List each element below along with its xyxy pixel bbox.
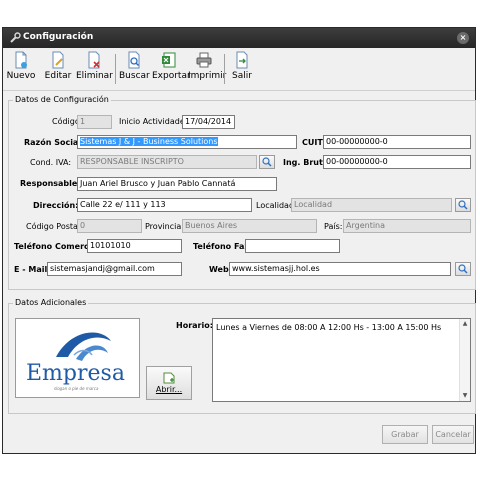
codigo-postal-label: Código Postal: bbox=[26, 222, 83, 231]
delete-document-icon bbox=[88, 51, 100, 69]
toolbar: Nuevo Editar Eliminar Buscar Exportar Im… bbox=[3, 48, 475, 91]
inicio-actividades-label: Inicio Actividades: bbox=[119, 117, 192, 126]
email-label: E - Mail: bbox=[14, 265, 51, 274]
codigo-postal-field[interactable]: 0 bbox=[77, 219, 142, 233]
new-document-icon bbox=[15, 51, 27, 69]
inicio-actividades-field[interactable]: 17/04/2014 bbox=[182, 115, 235, 129]
printer-icon bbox=[196, 52, 212, 68]
localidad-field[interactable]: Localidad bbox=[291, 198, 452, 212]
config-group-title: Datos de Configuración bbox=[13, 95, 111, 104]
horario-text: Lunes a Viernes de 08:00 A 12:00 Hs - 13… bbox=[216, 323, 442, 332]
cond-iva-label: Cond. IVA: bbox=[30, 158, 72, 167]
search-document-icon bbox=[128, 51, 140, 69]
horario-label: Horario: bbox=[176, 321, 213, 330]
razon-social-field[interactable]: Sistemas J & J - Business Solutions bbox=[77, 135, 297, 149]
search-icon bbox=[458, 264, 468, 274]
localidad-search-button[interactable] bbox=[455, 198, 471, 212]
buscar-label: Buscar bbox=[119, 71, 150, 81]
nuevo-label: Nuevo bbox=[6, 71, 36, 81]
cond-iva-field[interactable]: RESPONSABLE INSCRIPTO bbox=[77, 155, 257, 169]
exportar-button[interactable]: Exportar bbox=[152, 51, 191, 87]
ing-brutos-field[interactable]: 00-00000000-0 bbox=[323, 155, 471, 169]
imprimir-label: Imprimir bbox=[188, 71, 227, 81]
eliminar-label: Eliminar bbox=[76, 71, 113, 81]
razon-social-selected-text: Sistemas J & J - Business Solutions bbox=[80, 137, 218, 146]
logo-company-name: Empresa bbox=[26, 361, 125, 386]
edit-document-icon bbox=[52, 51, 64, 69]
direccion-label: Dirección: bbox=[33, 201, 79, 210]
editar-button[interactable]: Editar bbox=[43, 51, 73, 87]
cond-iva-search-button[interactable] bbox=[259, 155, 275, 169]
horario-scrollbar[interactable]: ▲ ▼ bbox=[459, 319, 470, 401]
company-logo: Empresa slogan o pie de marca bbox=[15, 318, 140, 398]
responsables-label: Responsables: bbox=[20, 179, 86, 188]
cuit-field[interactable]: 00-00000000-0 bbox=[323, 135, 471, 149]
provincia-field[interactable]: Buenos Aires bbox=[182, 219, 317, 233]
editar-label: Editar bbox=[44, 71, 72, 81]
scroll-up-arrow-icon[interactable]: ▲ bbox=[461, 320, 469, 328]
grabar-button[interactable]: Grabar bbox=[382, 425, 428, 444]
salir-label: Salir bbox=[232, 71, 252, 81]
excel-export-icon bbox=[162, 52, 176, 68]
email-field[interactable]: sistemasjandj@gmail.com bbox=[47, 262, 182, 276]
telefono-fax-field[interactable] bbox=[245, 239, 340, 253]
title-bar[interactable]: Configuración × bbox=[3, 28, 475, 48]
provincia-label: Provincia: bbox=[145, 222, 184, 231]
toolbar-separator bbox=[224, 54, 225, 84]
nuevo-button[interactable]: Nuevo bbox=[6, 51, 36, 87]
abrir-button[interactable]: Abrir... bbox=[146, 366, 192, 400]
search-icon bbox=[262, 157, 272, 167]
buscar-button[interactable]: Buscar bbox=[119, 51, 150, 87]
imprimir-button[interactable]: Imprimir bbox=[188, 51, 227, 87]
eliminar-button[interactable]: Eliminar bbox=[76, 51, 113, 87]
additional-group-title: Datos Adicionales bbox=[13, 298, 89, 307]
razon-social-label: Razón Social: bbox=[24, 138, 85, 147]
salir-button[interactable]: Salir bbox=[229, 51, 255, 87]
pais-field[interactable]: Argentina bbox=[343, 219, 471, 233]
window-title: Configuración bbox=[23, 32, 94, 42]
toolbar-separator bbox=[115, 54, 116, 84]
exit-icon bbox=[236, 51, 248, 69]
direccion-field[interactable]: Calle 22 e/ 111 y 113 bbox=[77, 198, 252, 212]
horario-textarea[interactable]: Lunes a Viernes de 08:00 A 12:00 Hs - 13… bbox=[212, 318, 471, 402]
close-button[interactable]: × bbox=[457, 32, 469, 44]
open-image-icon bbox=[163, 372, 175, 384]
telefono-fax-label: Teléfono Fax: bbox=[193, 242, 253, 251]
cancelar-button[interactable]: Cancelar bbox=[432, 425, 474, 444]
telefono-comercial-field[interactable]: 10101010 bbox=[87, 239, 182, 253]
logo-tagline: slogan o pie de marca bbox=[54, 386, 99, 391]
web-field[interactable]: www.sistemasjj.hol.es bbox=[229, 262, 451, 276]
responsables-field[interactable]: Juan Ariel Brusco y Juan Pablo Cannatá bbox=[77, 177, 277, 191]
pais-label: País: bbox=[324, 222, 343, 231]
abrir-label: Abrir... bbox=[155, 385, 183, 394]
scroll-down-arrow-icon[interactable]: ▼ bbox=[461, 392, 469, 400]
exportar-label: Exportar bbox=[152, 71, 191, 81]
search-icon bbox=[458, 200, 468, 210]
web-search-button[interactable] bbox=[455, 262, 471, 276]
wrench-icon bbox=[10, 32, 21, 43]
codigo-field[interactable]: 1 bbox=[77, 115, 112, 129]
